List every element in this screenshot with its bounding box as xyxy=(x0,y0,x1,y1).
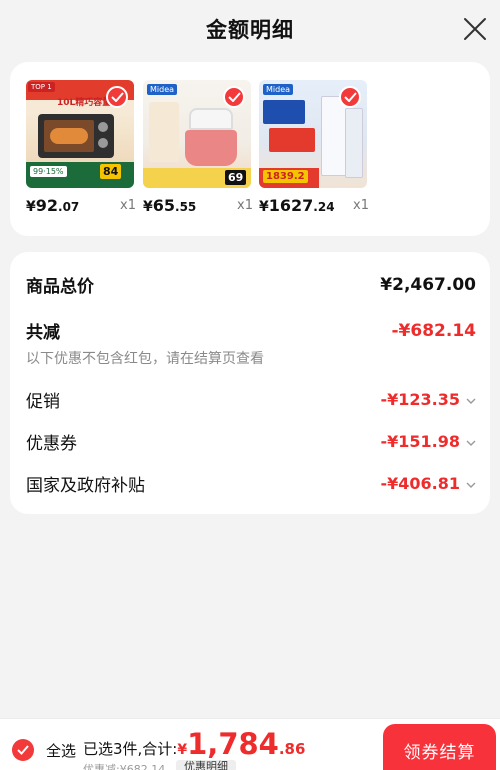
discount-detail-button[interactable]: 优惠明细 xyxy=(176,760,236,770)
select-all-check-icon[interactable] xyxy=(12,739,34,761)
product-item[interactable]: Midea 1839.2 ¥1627.24 x1 xyxy=(259,80,369,215)
total-amount: 1,784 xyxy=(187,727,279,761)
total-currency: ¥ xyxy=(177,742,188,758)
product-image: TOP 1 10L精巧容量 99·15% 84 xyxy=(26,80,134,188)
total-price-value: ¥2,467.00 xyxy=(380,274,476,295)
product-quantity: x1 xyxy=(237,198,253,213)
product-price-row: ¥92.07 x1 xyxy=(26,196,136,215)
discount-text: 优惠减:¥682.14 xyxy=(83,763,166,770)
selected-check-icon[interactable] xyxy=(223,86,245,108)
coupon-row[interactable]: 优惠券 -¥151.98 xyxy=(26,429,476,454)
close-icon[interactable] xyxy=(462,16,488,42)
product-quantity: x1 xyxy=(353,198,369,213)
product-price: ¥65.55 xyxy=(143,196,197,215)
coupon-value: -¥151.98 xyxy=(380,432,476,451)
checkout-bar: 全选 已选3件,合计: ¥ 1,784 .86 优惠减:¥682.14 优惠明细… xyxy=(0,718,500,770)
checkout-total: 已选3件,合计: ¥ 1,784 .86 xyxy=(83,727,305,761)
product-price-row: ¥1627.24 x1 xyxy=(259,196,369,215)
total-price-label: 商品总价 xyxy=(26,277,94,297)
subsidy-row[interactable]: 国家及政府补贴 -¥406.81 xyxy=(26,471,476,496)
product-item[interactable]: TOP 1 10L精巧容量 99·15% 84 ¥92.07 x1 xyxy=(26,80,136,215)
subsidy-label: 国家及政府补贴 xyxy=(26,476,145,496)
total-reduction-label: 共减 xyxy=(26,323,60,343)
checkout-button[interactable]: 领券结算 xyxy=(383,724,496,770)
total-reduction-value: -¥682.14 xyxy=(391,320,477,341)
product-price-row: ¥65.55 x1 xyxy=(143,196,253,215)
product-list-card: TOP 1 10L精巧容量 99·15% 84 ¥92.07 x1 Midea xyxy=(10,62,490,236)
selected-check-icon[interactable] xyxy=(339,86,361,108)
promotion-label: 促销 xyxy=(26,392,60,412)
selected-count-text: 已选3件,合计: xyxy=(83,740,178,758)
promotion-value: -¥123.35 xyxy=(380,390,476,409)
price-summary-card: 商品总价 ¥2,467.00 共减 -¥682.14 以下优惠不包含红包，请在结… xyxy=(10,252,490,514)
total-reduction-row: 共减 -¥682.14 xyxy=(26,318,477,344)
product-price: ¥92.07 xyxy=(26,196,80,215)
promotion-row[interactable]: 促销 -¥123.35 xyxy=(26,387,476,412)
product-image: Midea 69 xyxy=(143,80,251,188)
product-image: Midea 1839.2 xyxy=(259,80,367,188)
total-price-row: 商品总价 ¥2,467.00 xyxy=(26,272,476,298)
page-title: 金额明细 xyxy=(206,18,294,42)
reduction-note: 以下优惠不包含红包，请在结算页查看 xyxy=(26,351,264,367)
subsidy-value: -¥406.81 xyxy=(380,474,476,493)
total-decimal: .86 xyxy=(278,740,306,758)
chevron-down-icon xyxy=(466,440,476,446)
chevron-down-icon xyxy=(466,482,476,488)
chevron-down-icon xyxy=(466,398,476,404)
header: 金额明细 xyxy=(0,0,500,58)
selected-check-icon[interactable] xyxy=(106,86,128,108)
coupon-label: 优惠券 xyxy=(26,434,77,454)
product-price: ¥1627.24 xyxy=(259,196,335,215)
product-item[interactable]: Midea 69 ¥65.55 x1 xyxy=(143,80,253,215)
product-quantity: x1 xyxy=(120,198,136,213)
select-all-label[interactable]: 全选 xyxy=(46,740,76,761)
